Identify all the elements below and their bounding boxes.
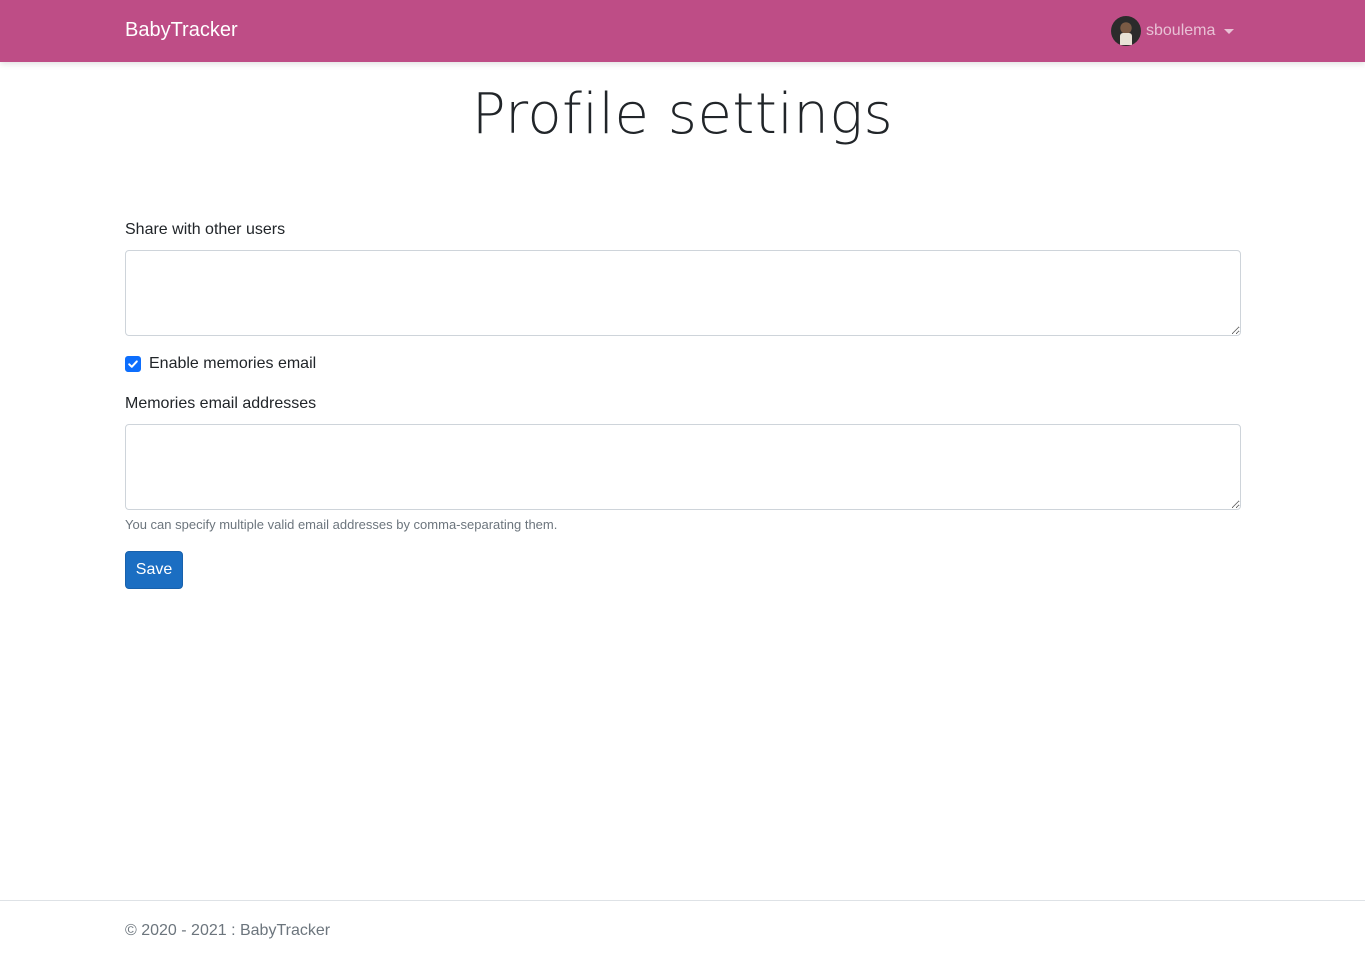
footer-divider [0,900,1365,901]
memories-addresses-label: Memories email addresses [125,395,317,412]
memories-help-text: You can specify multiple valid email add… [125,517,558,532]
save-button[interactable]: Save [125,551,183,589]
share-label: Share with other users [125,221,286,238]
checkmark-icon [128,360,138,368]
memories-addresses-textarea[interactable] [125,424,1241,510]
memories-checkbox-row: Enable memories email [125,355,316,373]
share-users-textarea[interactable] [125,250,1241,336]
page-title: Profile settings [471,82,894,147]
enable-memories-checkbox[interactable] [125,356,141,372]
user-menu-dropdown[interactable]: sboulema [1111,16,1235,46]
footer-copyright: © 2020 - 2021 : BabyTracker [125,922,331,939]
brand-link[interactable]: BabyTracker [125,19,238,42]
username-label[interactable]: sboulema [1146,22,1215,40]
chevron-down-icon[interactable] [1224,28,1235,34]
top-navbar: BabyTracker sboulema [0,0,1365,62]
avatar[interactable] [1111,16,1141,46]
enable-memories-label[interactable]: Enable memories email [149,355,316,373]
